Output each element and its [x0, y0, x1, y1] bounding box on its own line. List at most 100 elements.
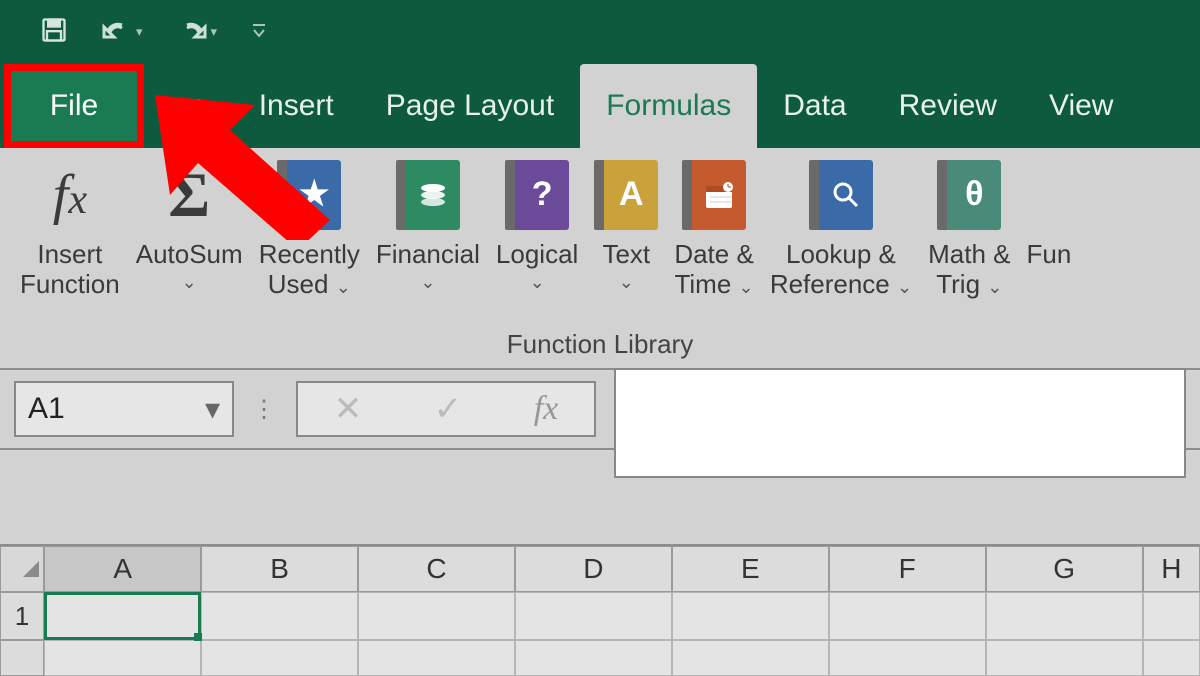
cell-D1[interactable]: [515, 592, 672, 640]
chevron-down-icon: ⌄: [336, 277, 351, 297]
math-trig-button[interactable]: θ Math & Trig ⌄: [922, 156, 1016, 300]
tab-file-label: File: [50, 89, 98, 123]
undo-button[interactable]: ▾: [102, 21, 143, 43]
ritem-label1: Recently: [259, 240, 360, 270]
cancel-formula-icon[interactable]: ✕: [334, 389, 363, 429]
chevron-down-icon: ⌄: [987, 277, 1002, 297]
ribbon-group-function-library: fx Insert Function Σ AutoSum ⌄ ★ Recentl…: [0, 148, 1200, 325]
customize-qat-icon[interactable]: [251, 21, 267, 44]
select-all-corner[interactable]: [0, 546, 44, 592]
column-header-A[interactable]: A: [44, 546, 201, 592]
column-header-F[interactable]: F: [829, 546, 986, 592]
logical-button[interactable]: ? Logical ⌄: [490, 156, 584, 293]
tab-data-label: Data: [783, 89, 846, 123]
tab-insert-label: Insert: [259, 89, 334, 123]
chevron-down-icon: ▾: [136, 24, 143, 40]
column-header-G[interactable]: G: [986, 546, 1143, 592]
calendar-book-icon: [682, 156, 746, 234]
financial-button[interactable]: Financial ⌄: [370, 156, 486, 293]
tab-view[interactable]: View: [1023, 64, 1139, 148]
separator-icon: ⋮: [252, 395, 278, 424]
column-header-D[interactable]: D: [515, 546, 672, 592]
tab-file[interactable]: File: [4, 64, 144, 148]
ribbon: fx Insert Function Σ AutoSum ⌄ ★ Recentl…: [0, 148, 1200, 370]
chevron-down-icon: ⌄: [530, 272, 545, 293]
enter-formula-icon[interactable]: ✓: [434, 389, 463, 429]
ritem-label1: Financial: [376, 240, 480, 270]
cell-E1[interactable]: [672, 592, 829, 640]
tab-insert[interactable]: Insert: [233, 64, 360, 148]
chevron-down-icon: ▾: [211, 24, 218, 40]
column-header-C[interactable]: C: [358, 546, 515, 592]
tab-formulas[interactable]: Formulas: [580, 64, 757, 148]
tab-formulas-label: Formulas: [606, 89, 731, 123]
cell-C1[interactable]: [358, 592, 515, 640]
lookup-reference-button[interactable]: Lookup & Reference ⌄: [764, 156, 918, 300]
tab-home[interactable]: e: [150, 64, 233, 148]
column-headers: A B C D E F G H: [0, 546, 1200, 592]
chevron-down-icon[interactable]: ▾: [205, 392, 220, 427]
insert-function-button[interactable]: fx Insert Function: [14, 156, 126, 300]
tab-data[interactable]: Data: [757, 64, 872, 148]
column-header-B[interactable]: B: [201, 546, 358, 592]
cell-H1[interactable]: [1143, 592, 1200, 640]
row-header-1[interactable]: 1: [0, 592, 44, 640]
ritem-label1: Insert: [37, 240, 102, 270]
cell-B2[interactable]: [201, 640, 358, 676]
cell-G1[interactable]: [986, 592, 1143, 640]
row-header-2[interactable]: [0, 640, 44, 676]
ritem-label1: AutoSum: [136, 240, 243, 270]
formula-input[interactable]: [614, 368, 1186, 478]
cell-H2[interactable]: [1143, 640, 1200, 676]
cell-D2[interactable]: [515, 640, 672, 676]
ritem-label2: Trig: [936, 269, 980, 299]
column-header-E[interactable]: E: [672, 546, 829, 592]
ritem-label2: Time: [674, 269, 731, 299]
recently-used-button[interactable]: ★ Recently Used ⌄: [253, 156, 366, 300]
spreadsheet-grid: A B C D E F G H 1: [0, 546, 1200, 676]
star-book-icon: ★: [277, 156, 341, 234]
ritem-label1: Date &: [674, 240, 754, 270]
column-header-H[interactable]: H: [1143, 546, 1200, 592]
name-box[interactable]: A1 ▾: [14, 381, 234, 437]
ritem-label2: Function: [20, 270, 120, 300]
ritem-label1: Logical: [496, 240, 578, 270]
cell-E2[interactable]: [672, 640, 829, 676]
chevron-down-icon: ⌄: [182, 272, 197, 293]
more-functions-button[interactable]: Fun: [1020, 156, 1071, 270]
cell-G2[interactable]: [986, 640, 1143, 676]
fx-icon[interactable]: fx: [534, 390, 559, 428]
cell-F2[interactable]: [829, 640, 986, 676]
cell-F1[interactable]: [829, 592, 986, 640]
quick-access-toolbar: ▾ ▾: [0, 0, 1200, 64]
tab-review-label: Review: [899, 89, 997, 123]
formula-controls: ✕ ✓ fx: [296, 381, 596, 437]
tab-view-label: View: [1049, 89, 1113, 123]
cell-C2[interactable]: [358, 640, 515, 676]
text-book-icon: A: [594, 156, 658, 234]
tab-page-layout[interactable]: Page Layout: [360, 64, 580, 148]
ritem-label1: Text: [602, 240, 650, 270]
name-box-value: A1: [28, 392, 65, 426]
cell-B1[interactable]: [201, 592, 358, 640]
tab-review[interactable]: Review: [873, 64, 1023, 148]
tab-home-label: e: [190, 89, 207, 123]
ritem-label2: Used: [268, 269, 329, 299]
formula-bar: A1 ▾ ⋮ ✕ ✓ fx: [0, 370, 1200, 450]
cell-A1[interactable]: [44, 592, 201, 640]
save-icon[interactable]: [40, 16, 68, 49]
chevron-down-icon: ⌄: [619, 272, 634, 293]
more-icon: [1039, 156, 1059, 234]
sigma-icon: Σ: [168, 156, 210, 234]
redo-button[interactable]: ▾: [177, 21, 218, 43]
ribbon-group-label: Function Library: [0, 325, 1200, 368]
theta-book-icon: θ: [937, 156, 1001, 234]
ritem-label2: Reference: [770, 269, 890, 299]
autosum-button[interactable]: Σ AutoSum ⌄: [130, 156, 249, 293]
fx-icon: fx: [53, 156, 87, 234]
cell-A2[interactable]: [44, 640, 201, 676]
search-book-icon: [809, 156, 873, 234]
date-time-button[interactable]: Date & Time ⌄: [668, 156, 760, 300]
text-button[interactable]: A Text ⌄: [588, 156, 664, 293]
ribbon-tabs: File e Insert Page Layout Formulas Data …: [0, 64, 1200, 148]
